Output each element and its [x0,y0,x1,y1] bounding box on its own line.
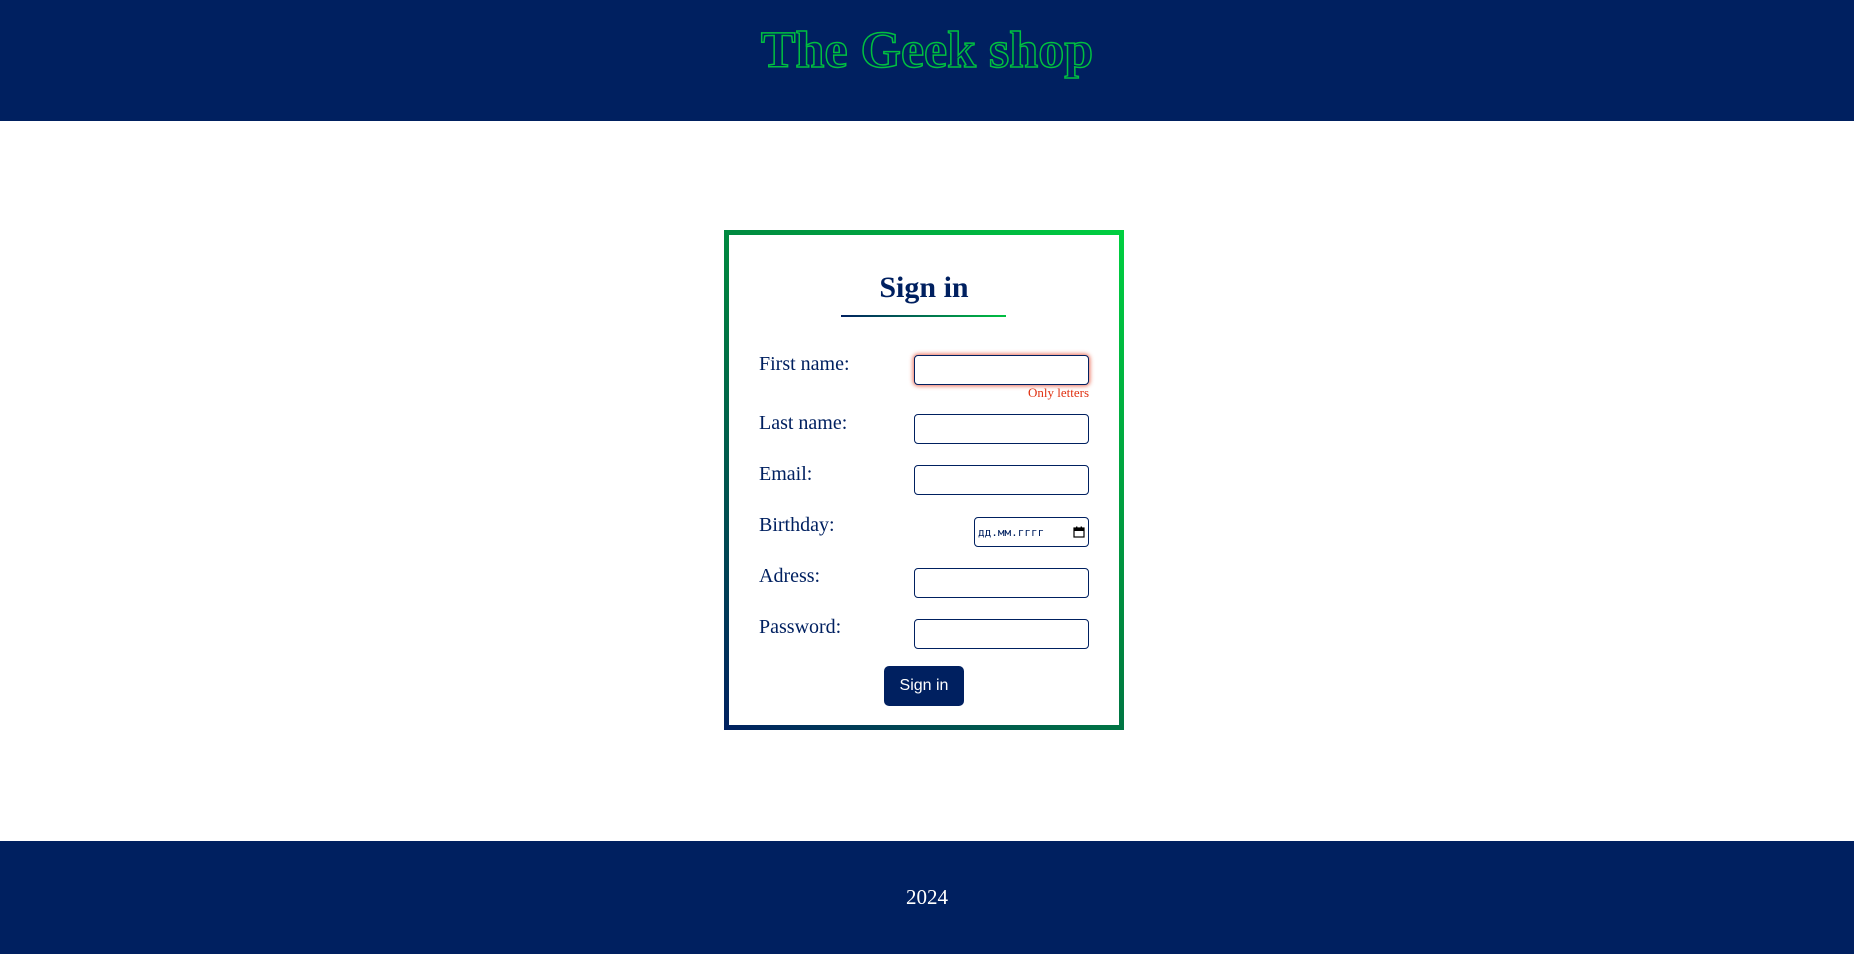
address-label: Adress: [759,565,821,587]
address-input[interactable] [914,568,1089,598]
first-name-input[interactable] [914,355,1089,385]
main-content: Sign in First name: Only letters Last na… [0,121,1854,841]
password-label: Password: [759,616,842,638]
last-name-input[interactable] [914,414,1089,444]
site-header: The Geek shop [0,0,1854,121]
first-name-label: First name: [759,353,850,375]
title-underline [841,315,1006,317]
birthday-label: Birthday: [759,514,835,536]
first-name-error: Only letters [1027,385,1089,400]
calendar-icon[interactable] [1073,526,1085,538]
birthday-input[interactable]: дд.мм.гггг [974,517,1089,547]
birthday-placeholder: дд.мм.гггг [978,525,1045,539]
footer-year: 2024 [906,885,948,909]
last-name-label: Last name: [759,412,848,434]
email-label: Email: [759,463,813,485]
form-title: Sign in [879,271,969,304]
password-input[interactable] [914,619,1089,649]
site-title: The Geek shop [760,21,1094,80]
sign-in-button[interactable]: Sign in [884,666,964,706]
sign-in-form: Sign in First name: Only letters Last na… [724,230,1124,730]
site-footer: 2024 [0,841,1854,954]
email-input[interactable] [914,465,1089,495]
